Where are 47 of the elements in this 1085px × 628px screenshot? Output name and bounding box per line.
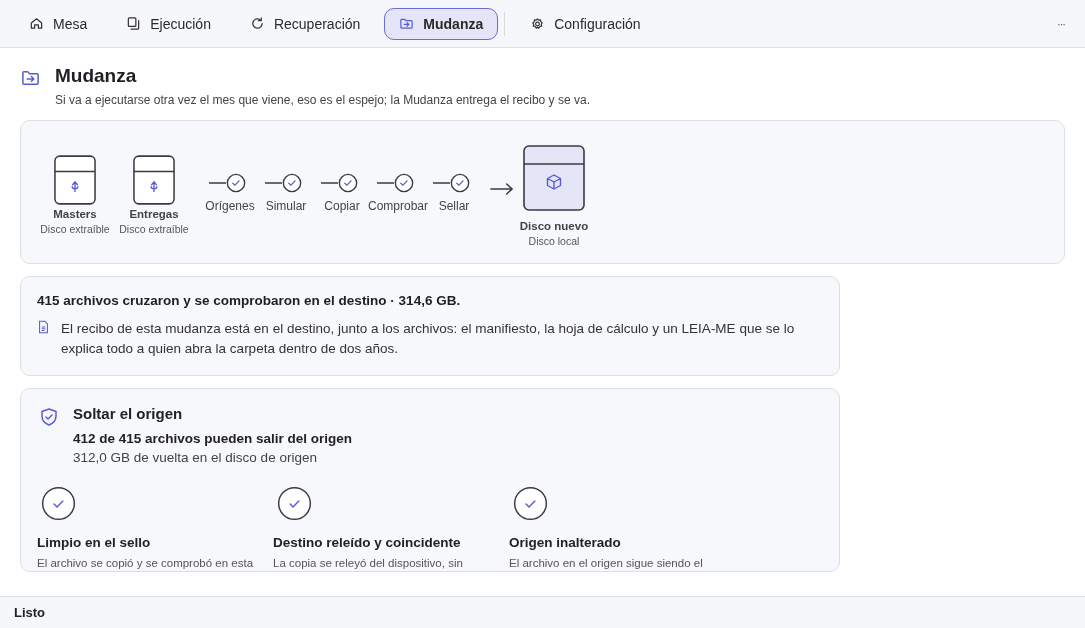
step-label: Orígenes	[205, 199, 255, 213]
check-title: Origen inalterado	[509, 535, 622, 550]
check-title: Destino releído y coincidente	[273, 535, 462, 550]
folder-arrow-icon	[399, 16, 415, 31]
page-title: Mudanza	[55, 65, 138, 87]
summary-headline: 415 archivos cruzaron y se comprobaron en el destino · 314,6 GB.	[37, 293, 462, 308]
step-label: Simular	[265, 199, 307, 213]
check-description: La copia se releyó del dispositivo, sin	[273, 556, 464, 571]
folder-arrow-icon	[21, 68, 40, 87]
destination-type: Disco local	[528, 235, 580, 247]
usb-drive-icon	[54, 155, 96, 205]
step-label: Copiar	[324, 199, 360, 213]
nav-tab[interactable]: Mudanza	[384, 7, 499, 40]
status-text: Listo	[14, 605, 46, 620]
refresh-icon	[249, 16, 265, 31]
release-space: 312,0 GB de vuelta en el disco de origen	[73, 450, 318, 465]
nav-tab[interactable]: Configuración	[515, 7, 656, 40]
copy-icon	[126, 16, 142, 31]
destination-name: Disco nuevo	[519, 220, 589, 232]
arrow-icon	[490, 182, 514, 196]
release-count: 412 de 415 archivos pueden salir del origen	[73, 431, 353, 446]
check-description: El archivo se copió y se comprobó en esta	[37, 556, 255, 571]
section-title: Soltar el origen	[73, 405, 184, 422]
check-title: Limpio en el sello	[37, 535, 152, 550]
source-name: Entregas	[129, 208, 179, 220]
shield-check-icon	[39, 407, 59, 427]
step-label: Comprobar	[368, 199, 428, 213]
document-icon	[37, 320, 50, 334]
summary-note: El recibo de esta mudanza está en el destino, junto a los archivos: el manifiesto, la hoja de cálculo y un LEIA-ME que se lo explica todo a quien abra la carpeta dentro de dos años.	[61, 320, 796, 358]
connector-line	[376, 182, 394, 184]
step-label: Sellar	[438, 199, 470, 213]
source-type: Disco extraíble	[40, 223, 110, 235]
nav-tab[interactable]: Ejecución	[111, 7, 226, 40]
page-subtitle: Si va a ejecutarse otra vez el mes que viene, eso es el espejo; la Mudanza entrega el recibo y se va.	[55, 93, 590, 107]
source-type: Disco extraíble	[119, 223, 189, 235]
connector-line	[208, 182, 226, 184]
home-icon	[29, 16, 44, 31]
connector-line	[264, 182, 282, 184]
more-menu-button[interactable]: ···	[1051, 13, 1071, 34]
connector-line	[432, 182, 450, 184]
source-name: Masters	[53, 208, 97, 220]
usb-drive-icon	[133, 155, 175, 205]
settings-icon	[530, 16, 546, 31]
check-description: El archivo en el origen sigue siendo el	[509, 556, 704, 571]
nav-tab[interactable]: Mesa	[14, 7, 103, 40]
nav-tab[interactable]: Recuperación	[234, 7, 376, 40]
connector-line	[320, 182, 338, 184]
